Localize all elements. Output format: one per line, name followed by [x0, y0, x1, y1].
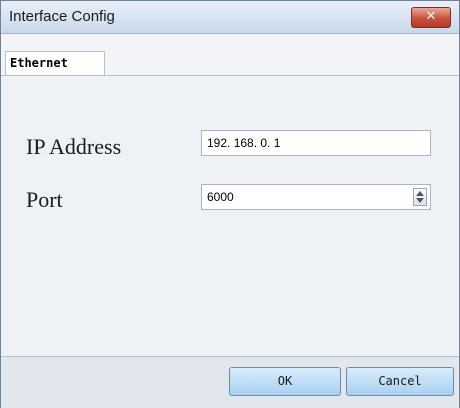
ok-button[interactable]: OK [229, 367, 341, 396]
ethernet-settings-panel: IP Address 192. 168. 0. 1 Port 6000 [1, 76, 459, 356]
cancel-button[interactable]: Cancel [346, 367, 454, 396]
ip-address-label: IP Address [26, 134, 122, 159]
port-value: 6000 [207, 190, 234, 204]
tab-strip: Ethernet [1, 34, 459, 76]
port-spinner[interactable] [413, 188, 427, 206]
port-label: Port [26, 187, 63, 212]
dialog-footer: OK Cancel [1, 356, 459, 408]
interface-config-window: Interface Config ✕ Ethernet IP Address 1… [0, 0, 460, 408]
ip-address-field[interactable]: 192. 168. 0. 1 [201, 130, 431, 156]
titlebar[interactable]: Interface Config ✕ [1, 1, 459, 34]
close-button[interactable]: ✕ [411, 7, 451, 28]
close-icon: ✕ [425, 9, 437, 24]
window-title: Interface Config [9, 8, 115, 25]
chevron-up-icon[interactable] [416, 191, 424, 196]
port-stepper[interactable]: 6000 [201, 184, 431, 210]
chevron-down-icon[interactable] [416, 198, 424, 203]
tab-ethernet[interactable]: Ethernet [5, 51, 105, 75]
